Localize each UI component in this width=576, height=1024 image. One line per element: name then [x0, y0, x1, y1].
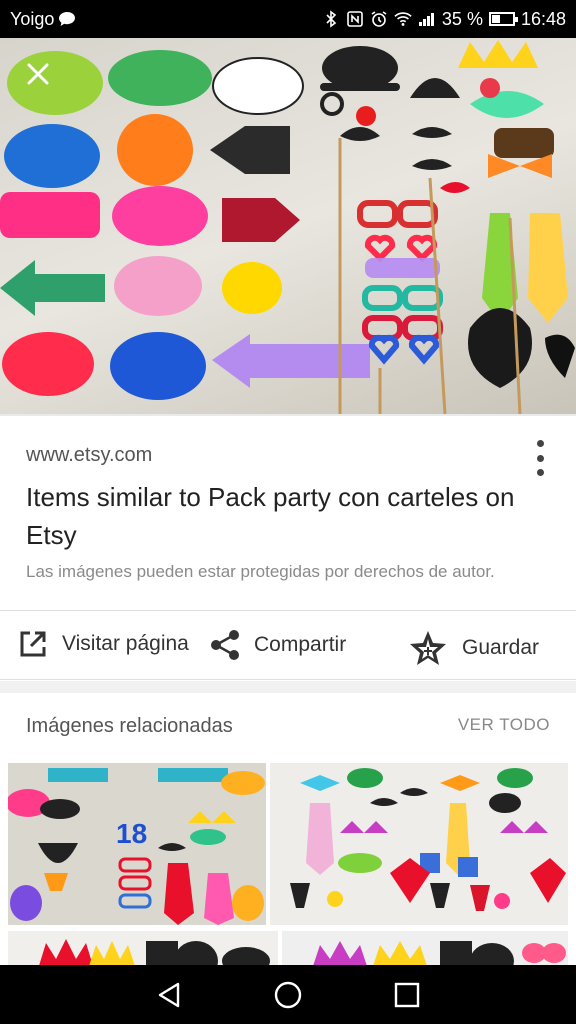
battery-percent: 35 % [441, 8, 483, 29]
recents-button[interactable] [387, 975, 427, 1015]
alarm-icon [370, 10, 388, 28]
navigation-bar [0, 965, 576, 1024]
wifi-icon [394, 10, 412, 28]
party-props-photo [0, 40, 575, 414]
status-bar: Yoigo 35 % 16:48 [0, 0, 576, 38]
result-title[interactable]: Items similar to Pack party con carteles… [26, 478, 526, 554]
bluetooth-icon [322, 10, 340, 28]
related-image-1: 18 [8, 763, 266, 925]
carrier-label: Yoigo [10, 8, 55, 29]
action-bar: Visitar página Compartir Guardar [0, 610, 576, 680]
more-options-button[interactable] [534, 440, 546, 476]
share-icon [211, 630, 239, 660]
more-dot-icon [536, 440, 544, 447]
recents-square-icon [394, 982, 419, 1007]
home-button[interactable] [268, 975, 308, 1015]
more-dot-icon [536, 469, 544, 476]
copyright-notice: Las imágenes pueden estar protegidas por… [26, 562, 495, 581]
nfc-icon [346, 10, 364, 28]
visit-page-button[interactable]: Visitar página [18, 629, 189, 659]
home-circle-icon [274, 981, 302, 1008]
share-label: Compartir [254, 633, 347, 656]
back-button[interactable] [149, 975, 189, 1015]
svg-text:18: 18 [116, 818, 147, 849]
save-button[interactable]: Guardar [408, 629, 539, 667]
battery-fill [491, 15, 500, 23]
close-button[interactable] [20, 58, 56, 94]
clock: 16:48 [520, 8, 566, 29]
hero-image[interactable] [0, 38, 576, 414]
chat-notification-icon [58, 10, 76, 28]
visit-page-label: Visitar página [62, 632, 189, 655]
battery-icon [488, 12, 518, 26]
source-domain[interactable]: www.etsy.com [26, 444, 152, 467]
back-triangle-icon [159, 982, 180, 1007]
result-info: www.etsy.com Items similar to Pack party… [0, 414, 576, 610]
related-image-thumbnail[interactable] [270, 763, 568, 925]
signal-icon [418, 10, 436, 28]
section-divider [0, 681, 576, 693]
save-label: Guardar [462, 636, 540, 659]
related-images-section: Imágenes relacionadas VER TODO 18 [0, 693, 576, 971]
related-image-thumbnail[interactable]: 18 [8, 763, 266, 925]
open-external-icon [20, 631, 46, 657]
more-dot-icon [536, 454, 544, 462]
related-images-title: Imágenes relacionadas [26, 715, 233, 737]
star-save-icon [410, 631, 446, 665]
related-image-2 [270, 763, 568, 925]
close-icon [27, 63, 49, 85]
share-button[interactable]: Compartir [210, 629, 346, 661]
see-all-button[interactable]: VER TODO [458, 715, 550, 735]
